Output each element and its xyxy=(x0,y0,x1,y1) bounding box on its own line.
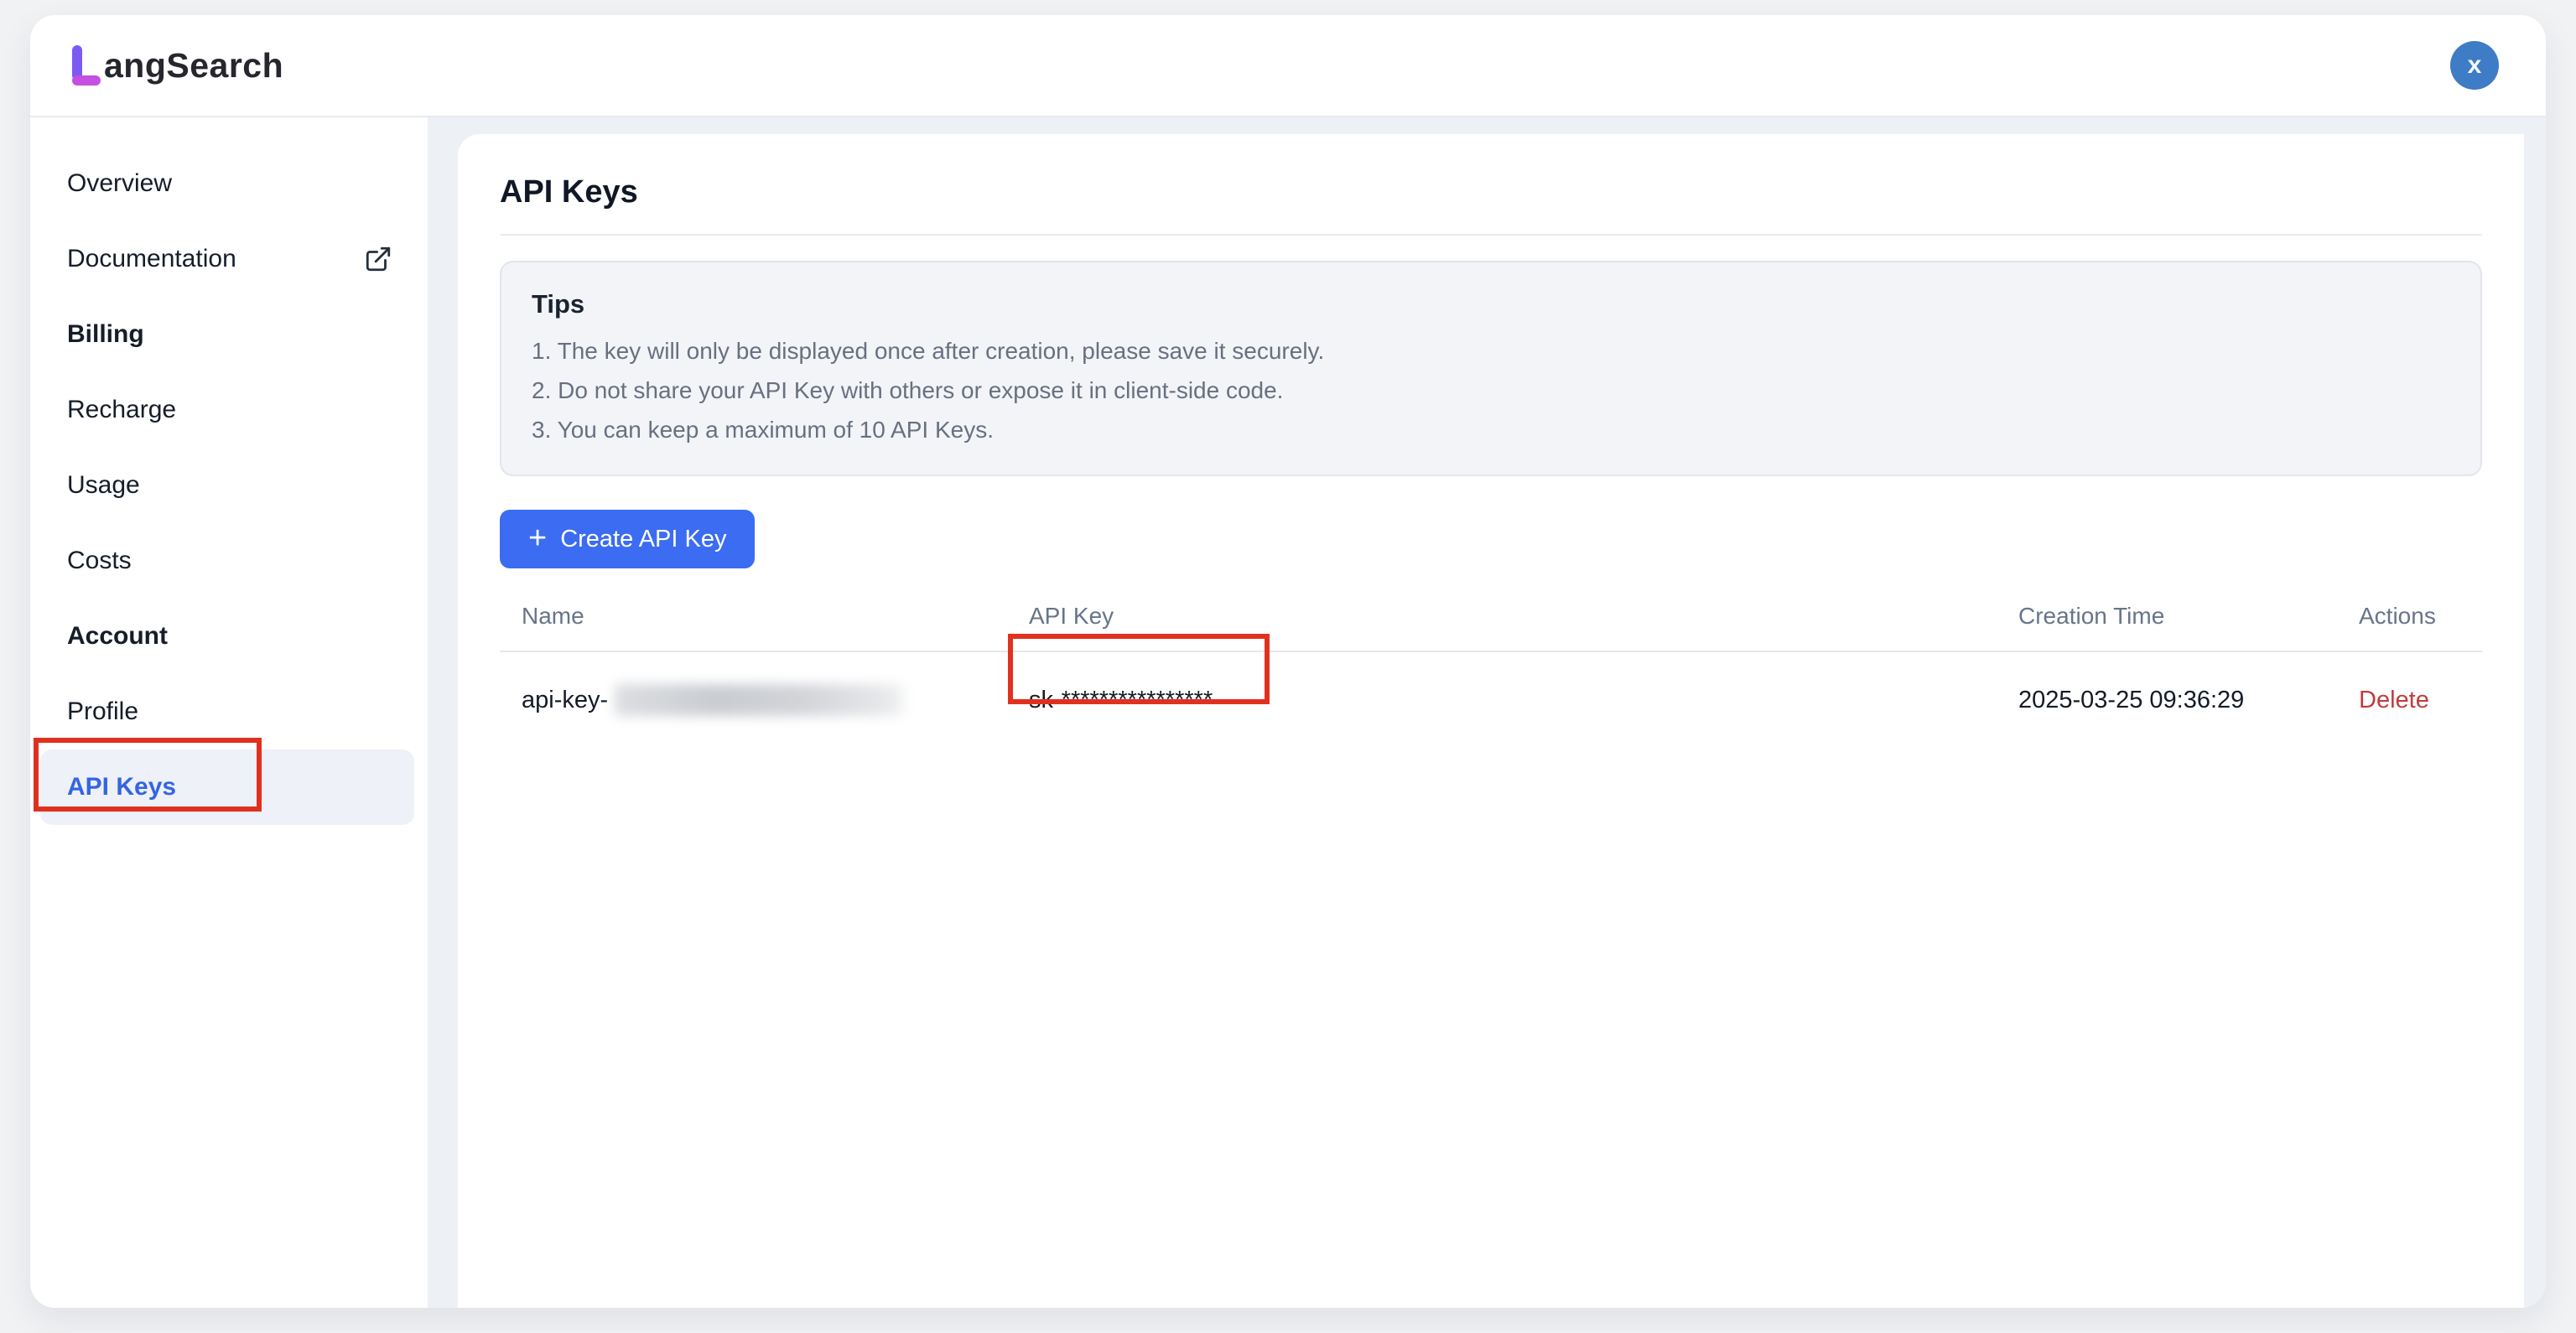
redacted-name-blur xyxy=(615,684,904,716)
sidebar-item-label: Costs xyxy=(67,547,132,575)
column-header-actions: Actions xyxy=(2359,603,2482,630)
table-row: api-key- sk-**************** 2025-03-25 … xyxy=(500,652,2482,748)
sidebar-item-profile[interactable]: Profile xyxy=(40,674,414,749)
tips-title: Tips xyxy=(532,289,2450,319)
api-key-name-cell: api-key- xyxy=(522,684,1029,716)
tip-line-2: 2. Do not share your API Key with others… xyxy=(532,371,2450,410)
app-window: angSearch x Overview Documentation Billi… xyxy=(30,15,2546,1308)
create-api-key-button[interactable]: + Create API Key xyxy=(500,510,755,568)
sidebar-item-api-keys[interactable]: API Keys xyxy=(40,749,414,825)
column-header-creation-time: Creation Time xyxy=(2018,603,2359,630)
sidebar-section-account: Account xyxy=(40,599,414,674)
sidebar-section-label: Account xyxy=(67,622,168,651)
column-header-api-key: API Key xyxy=(1029,603,2018,630)
tip-line-3: 3. You can keep a maximum of 10 API Keys… xyxy=(532,410,2450,449)
sidebar-section-billing: Billing xyxy=(40,297,414,372)
api-key-masked-value: sk-**************** xyxy=(1029,687,2018,714)
sidebar-item-usage[interactable]: Usage xyxy=(40,448,414,523)
sidebar: Overview Documentation Billing Recharge … xyxy=(30,117,428,1308)
main-panel: API Keys Tips 1. The key will only be di… xyxy=(458,134,2524,1308)
tips-box: Tips 1. The key will only be displayed o… xyxy=(500,261,2482,476)
creation-time-value: 2025-03-25 09:36:29 xyxy=(2018,687,2359,714)
sidebar-item-label: Profile xyxy=(67,698,138,726)
tip-line-1: 1. The key will only be displayed once a… xyxy=(532,331,2450,371)
langsearch-logo-mark xyxy=(69,44,102,87)
title-divider xyxy=(500,234,2482,236)
external-link-icon xyxy=(364,245,392,273)
sidebar-item-label: Usage xyxy=(67,471,140,500)
column-header-name: Name xyxy=(522,603,1029,630)
sidebar-item-documentation[interactable]: Documentation xyxy=(40,221,414,297)
top-navbar: angSearch x xyxy=(30,15,2546,117)
content-area: Overview Documentation Billing Recharge … xyxy=(30,117,2546,1308)
table-header-row: Name API Key Creation Time Actions xyxy=(500,582,2482,651)
sidebar-item-label: API Keys xyxy=(67,773,176,801)
sidebar-item-label: Overview xyxy=(67,169,172,198)
logo-l-horizontal-bar xyxy=(72,75,101,86)
sidebar-item-label: Documentation xyxy=(67,245,236,273)
page-title: API Keys xyxy=(500,174,2482,210)
logo-text: angSearch xyxy=(104,46,283,86)
sidebar-item-recharge[interactable]: Recharge xyxy=(40,372,414,448)
langsearch-logo: angSearch xyxy=(69,44,283,87)
sidebar-item-overview[interactable]: Overview xyxy=(40,146,414,221)
plus-icon: + xyxy=(528,522,547,554)
api-key-name-prefix: api-key- xyxy=(522,687,608,714)
api-keys-table: Name API Key Creation Time Actions api-k… xyxy=(500,582,2482,748)
create-api-key-label: Create API Key xyxy=(560,526,726,553)
user-avatar[interactable]: x xyxy=(2450,41,2499,90)
sidebar-item-costs[interactable]: Costs xyxy=(40,523,414,599)
delete-link[interactable]: Delete xyxy=(2359,687,2482,714)
sidebar-item-label: Recharge xyxy=(67,396,176,424)
sidebar-section-label: Billing xyxy=(67,320,144,349)
